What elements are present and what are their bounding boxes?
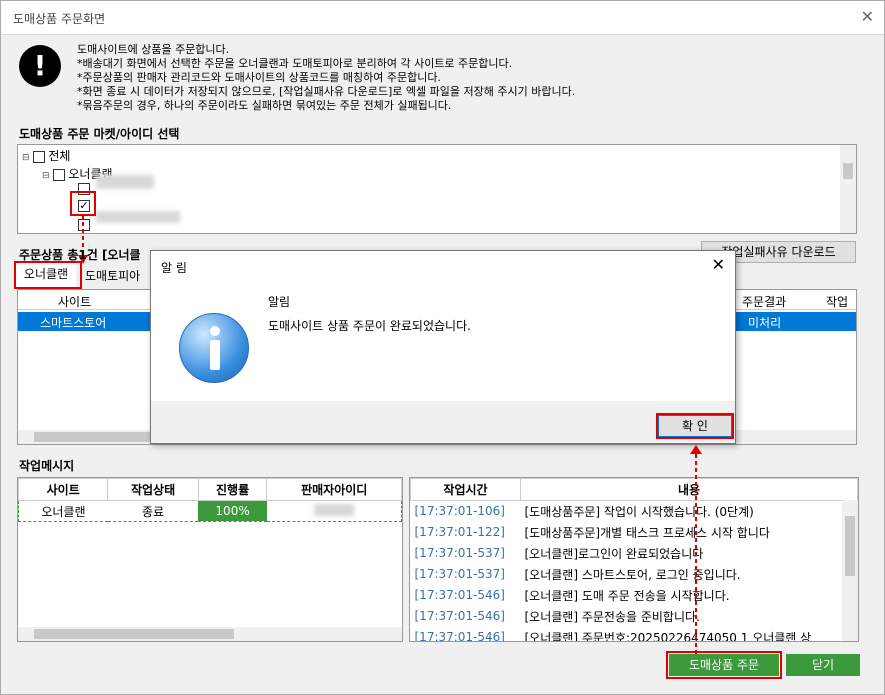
log-table: 작업시간 내용 [17:37:01-106] [도매상품주문] 작업이 시작했습니… <box>409 477 859 642</box>
cell-result: 미처리 <box>748 316 782 330</box>
log-row[interactable]: [17:37:01-537] [오너클랜] 스마트스토어, 로그인 중입니다. <box>411 564 858 585</box>
highlight-box <box>70 191 96 216</box>
close-button[interactable]: 닫기 <box>786 654 860 676</box>
col-header-time: 작업시간 <box>410 478 521 501</box>
info-icon <box>179 313 249 383</box>
log-row[interactable]: [17:37:01-546] [오너클랜] 주문번호:20250226474050… <box>411 627 858 642</box>
notice-text: 도매사이트에 상품을 주문합니다. *배송대기 화면에서 선택한 주문을 오너클… <box>77 43 575 113</box>
cell-time: [17:37:01-122] <box>414 525 506 539</box>
col-header-result: 주문결과 <box>742 295 787 309</box>
close-icon[interactable]: ✕ <box>712 255 725 274</box>
cell-status: 종료 <box>142 504 165 519</box>
red-arrow-up-icon <box>690 445 702 655</box>
col-header: 진행률 <box>197 478 268 501</box>
notice-line: 도매사이트에 상품을 주문합니다. <box>77 43 230 56</box>
cell-time: [17:37:01-106] <box>414 504 506 519</box>
checkbox[interactable] <box>53 168 66 181</box>
alert-dialog: 알 림 ✕ 알림 도매사이트 상품 주문이 완료되었습니다. 확 인 <box>150 250 736 444</box>
tree-node-all[interactable]: ⊟ 전체 <box>22 147 70 164</box>
status-table: 사이트 작업상태 진행률 판매자아이디 오너클랜 종료 100% <box>17 477 403 642</box>
col-header: 작업상태 <box>107 478 199 501</box>
highlight-box <box>666 651 782 679</box>
progress-bar: 100% <box>198 501 267 522</box>
status-hscrollbar[interactable] <box>18 627 402 641</box>
log-scrollbar[interactable] <box>842 500 858 641</box>
col-header: 판매자아이디 <box>266 478 402 501</box>
title-bar: 도매상품 주문화면 ✕ <box>1 1 884 35</box>
table-row[interactable]: 오너클랜 종료 100% <box>18 500 402 522</box>
work-section-title: 작업메시지 <box>19 459 75 473</box>
redacted-id <box>96 175 154 189</box>
highlight-box <box>656 413 734 439</box>
warning-icon: ! <box>19 45 61 87</box>
log-row[interactable]: [17:37:01-122] [도매상품주문]개별 태스크 프로세스 시작 합니다 <box>411 522 858 543</box>
market-tree: ⊟ 전체 ⊟ 오너클랜 ✓ <box>17 144 857 234</box>
log-row[interactable]: [17:37:01-106] [도매상품주문] 작업이 시작했습니다. (0단계) <box>411 501 858 522</box>
cell-time: [17:37:01-546] <box>414 609 506 623</box>
col-header: 사이트 <box>17 478 109 501</box>
cell-site: 오너클랜 <box>41 504 86 519</box>
cell-time: [17:37:01-537] <box>414 567 506 581</box>
progress-label: 100% <box>198 501 267 521</box>
notice-line: *묶음주문의 경우, 하나의 주문이라도 실패하면 묶여있는 주문 전체가 실패… <box>77 99 452 112</box>
cell-time: [17:37:01-546] <box>414 630 506 642</box>
cell-time: [17:37:01-546] <box>414 588 506 602</box>
log-row[interactable]: [17:37:01-546] [오너클랜] 주문전송을 준비합니다. <box>411 606 858 627</box>
redacted-id <box>96 211 180 223</box>
dialog-message: 도매사이트 상품 주문이 완료되었습니다. <box>268 319 471 333</box>
log-row[interactable]: [17:37:01-537] [오너클랜]로그인이 완료되었습니다 <box>411 543 858 564</box>
tab-dometopia[interactable]: 도매토피아 <box>85 267 140 284</box>
log-row[interactable]: [17:37:01-546] [오너클랜] 도매 주문 전송을 시작합니다. <box>411 585 858 606</box>
dialog-heading: 알림 <box>268 295 291 309</box>
notice-line: *주문상품의 판매자 관리코드와 도매사이트의 상품코드를 매칭하여 주문합니다… <box>77 71 441 84</box>
col-header-site: 사이트 <box>58 295 92 309</box>
notice-line: *화면 종료 시 데이터가 저장되지 않으므로, [작업실패사유 다운로드]로 … <box>77 85 576 98</box>
market-section-title: 도매상품 주문 마켓/아이디 선택 <box>19 127 180 141</box>
tree-scrollbar[interactable] <box>840 145 856 233</box>
highlight-box <box>14 261 82 289</box>
cell-seller-id <box>267 501 402 522</box>
notice-line: *배송대기 화면에서 선택한 주문을 오너클랜과 도매토피아로 분리하여 각 사… <box>77 57 513 70</box>
tree-label: 전체 <box>48 149 71 163</box>
cell-site: 스마트스토어 <box>40 316 107 330</box>
dialog-title: 알 림 <box>161 261 187 275</box>
cell-time: [17:37:01-537] <box>414 546 506 560</box>
window-title: 도매상품 주문화면 <box>13 12 106 26</box>
checkbox[interactable] <box>33 150 46 163</box>
close-icon[interactable]: ✕ <box>861 7 874 26</box>
